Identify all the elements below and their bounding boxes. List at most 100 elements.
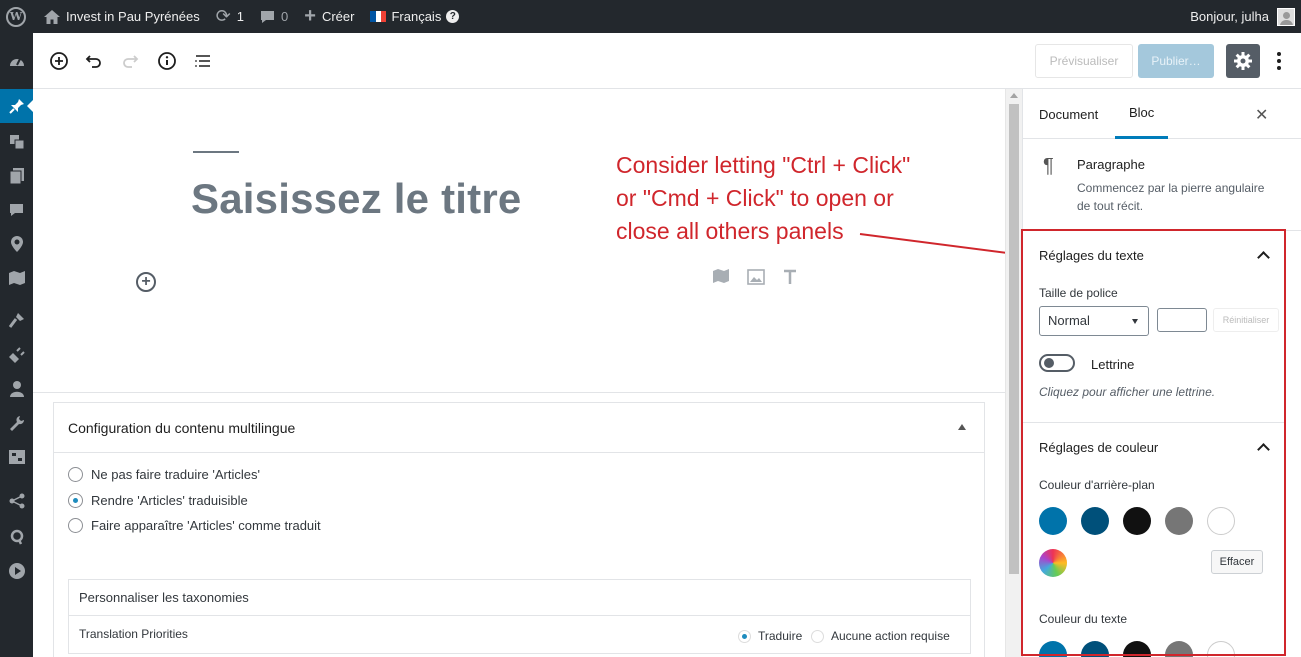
editor-scrollbar[interactable] (1005, 89, 1022, 657)
metabox-title: Configuration du contenu multilingue (68, 419, 296, 436)
add-block-button[interactable] (45, 47, 73, 75)
french-flag-icon (370, 11, 387, 22)
new-content-link[interactable]: + Créer (296, 0, 362, 33)
custom-font-size-input[interactable] (1157, 308, 1207, 332)
annotation-line: Consider letting "Ctrl + Click" (616, 152, 911, 178)
text-color-swatch-gray[interactable] (1165, 641, 1193, 657)
info-button[interactable] (153, 47, 181, 75)
block-description: Commencez par la pierre angulaire de tou… (1077, 181, 1265, 213)
users-icon[interactable] (0, 372, 33, 406)
radio-button[interactable] (68, 518, 83, 533)
inline-block-shortcuts (713, 269, 797, 290)
metabox-header[interactable]: Configuration du contenu multilingue (54, 403, 984, 453)
site-name-link[interactable]: Invest in Pau Pyrénées (36, 0, 208, 33)
settings-panel-icon[interactable] (0, 440, 33, 474)
post-title-input[interactable]: Saisissez le titre (191, 175, 521, 223)
settings-sidebar: Document Bloc ✕ ¶ Paragraphe Commencez p… (1022, 89, 1301, 657)
more-menu-button[interactable] (1269, 47, 1289, 75)
color-settings-toggle[interactable]: Réglages de couleur (1023, 423, 1285, 471)
outline-button[interactable] (189, 47, 217, 75)
preview-button[interactable]: Prévisualiser (1035, 44, 1133, 78)
plus-icon: + (304, 5, 316, 27)
site-name: Invest in Pau Pyrénées (66, 9, 200, 24)
reset-font-size-button[interactable]: Réinitialiser (1213, 308, 1279, 332)
translation-option-1[interactable]: Rendre 'Articles' traduisible (68, 493, 248, 508)
comments-icon[interactable] (0, 193, 33, 227)
play-icon[interactable] (0, 554, 33, 588)
custom-color-picker[interactable] (1039, 549, 1067, 577)
panel-title: Réglages de couleur (1039, 439, 1159, 455)
color-swatch-blue[interactable] (1039, 507, 1067, 535)
pages-icon[interactable] (0, 159, 33, 193)
translation-option-0[interactable]: Ne pas faire traduire 'Articles' (68, 467, 260, 482)
map-icon[interactable] (0, 261, 33, 295)
heading-block-icon[interactable] (783, 269, 797, 290)
radio-button[interactable] (68, 467, 83, 482)
pin-icon[interactable] (0, 89, 33, 123)
tab-block[interactable]: Bloc (1115, 89, 1169, 139)
tab-document[interactable]: Document (1039, 89, 1098, 139)
text-color-swatch-blue[interactable] (1039, 641, 1067, 657)
taxonomy-option-translate[interactable]: Traduire (738, 629, 802, 643)
help-icon[interactable]: ? (446, 10, 460, 23)
color-swatch-dark-blue[interactable] (1081, 507, 1109, 535)
share-icon[interactable] (0, 484, 33, 518)
language-switcher[interactable]: Français ? (362, 0, 467, 33)
option-label: Ne pas faire traduire 'Articles' (91, 467, 260, 482)
dropcap-toggle[interactable] (1039, 354, 1075, 372)
scrollbar-thumb[interactable] (1009, 104, 1019, 574)
radio-button[interactable] (811, 629, 824, 643)
more-dot-icon (1277, 52, 1281, 56)
map-block-icon[interactable] (713, 269, 729, 290)
image-block-icon[interactable] (747, 269, 765, 290)
color-swatch-gray[interactable] (1165, 507, 1193, 535)
publish-button[interactable]: Publier… (1138, 44, 1214, 78)
settings-button[interactable] (1226, 44, 1260, 78)
font-size-select[interactable]: Normal (1039, 306, 1149, 336)
more-dot-icon (1277, 66, 1281, 70)
updates-link[interactable]: ⟳ 1 (208, 0, 252, 33)
tools-icon[interactable] (0, 406, 33, 440)
color-swatch-black[interactable] (1123, 507, 1151, 535)
title-separator (193, 151, 239, 153)
dropcap-help: Cliquez pour afficher une lettrine. (1039, 385, 1216, 399)
comments-count: 0 (281, 9, 289, 24)
undo-button[interactable] (80, 47, 108, 75)
text-color-swatch-dark-blue[interactable] (1081, 641, 1109, 657)
translation-option-2[interactable]: Faire apparaître 'Articles' comme tradui… (68, 518, 321, 533)
option-label: Rendre 'Articles' traduisible (91, 493, 248, 508)
radio-button[interactable] (738, 629, 751, 643)
media-icon[interactable] (0, 125, 33, 159)
my-account-link[interactable]: Bonjour, julha (1182, 0, 1301, 33)
location-icon[interactable] (0, 227, 33, 261)
editor-canvas: Saisissez le titre + Consider letting "C… (33, 89, 1005, 657)
collapse-arrow-icon[interactable] (958, 424, 966, 430)
panel-title: Réglages du texte (1039, 247, 1144, 263)
color-swatch-white[interactable] (1207, 507, 1235, 535)
text-color-swatch-white[interactable] (1207, 641, 1235, 657)
info-icon (158, 52, 176, 70)
admin-menu (0, 33, 33, 657)
dashboard-icon[interactable] (0, 44, 33, 78)
search-icon[interactable] (0, 520, 33, 554)
wp-logo-menu[interactable]: W (0, 0, 36, 33)
clear-color-button[interactable]: Effacer (1211, 550, 1263, 574)
redo-button[interactable] (116, 47, 144, 75)
text-settings-toggle[interactable]: Réglages du texte (1023, 231, 1285, 279)
radio-button[interactable] (68, 493, 83, 508)
taxonomy-option-none[interactable]: Aucune action requise (811, 629, 950, 643)
language-label: Français (391, 9, 442, 24)
new-label: Créer (321, 9, 355, 24)
close-icon[interactable]: ✕ (1255, 105, 1268, 125)
comments-link[interactable]: 0 (252, 0, 296, 33)
scroll-up-icon[interactable] (1010, 93, 1018, 98)
text-color-swatch-black[interactable] (1123, 641, 1151, 657)
admin-bar: W Invest in Pau Pyrénées ⟳ 1 0 + Créer F… (0, 0, 1301, 33)
appearance-icon[interactable] (0, 303, 33, 337)
inline-add-block-button[interactable]: + (136, 272, 156, 292)
comment-icon (260, 10, 275, 24)
taxonomies-box: Personnaliser les taxonomies Translation… (68, 579, 971, 654)
greeting: Bonjour, julha (1190, 9, 1269, 24)
refresh-icon: ⟳ (215, 6, 231, 26)
plugins-icon[interactable] (0, 338, 33, 372)
